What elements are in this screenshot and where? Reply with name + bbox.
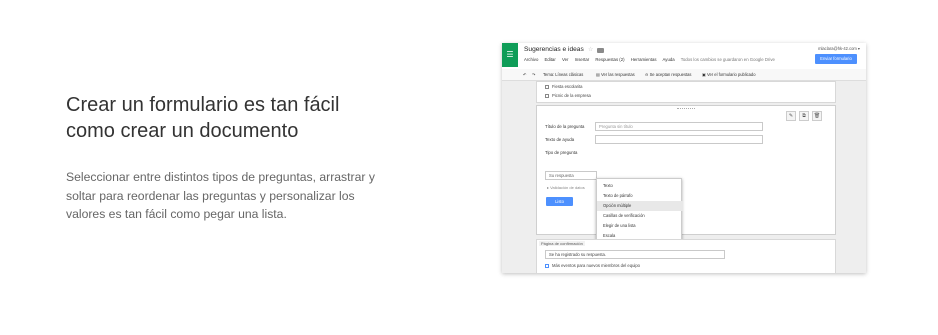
save-status: Todos los cambios se guardaron en Google… <box>680 57 775 62</box>
menu-respuestas[interactable]: Respuestas (2) <box>595 57 624 62</box>
confirmation-option-label: Más eventos para nuevos miembros del equ… <box>552 263 640 268</box>
option-label: Fiesta escolarita <box>552 84 583 89</box>
advanced-settings-link[interactable]: ▸ Validación de datos <box>547 185 585 190</box>
question-edit-card[interactable]: ✎ ⧉ 🗑 Título de la pregunta Pregunta sin… <box>536 105 836 235</box>
document-title[interactable]: Sugerencias e ideas <box>524 46 584 53</box>
confirmation-text-input[interactable]: Se ha registrado su respuesta. <box>545 250 725 259</box>
menu-ayuda[interactable]: Ayuda <box>663 57 675 62</box>
marketing-copy: Crear un formulario es tan fácil como cr… <box>66 92 396 236</box>
view-published-label: Ver el formulario publicado <box>707 72 756 77</box>
type-option-selected[interactable]: Opción múltiple <box>597 201 683 211</box>
previous-question-card[interactable]: Fiesta escolarita Picnic de la empresa <box>536 81 836 103</box>
view-responses-button[interactable]: ▤ Ver las respuestas <box>596 72 635 77</box>
delete-trash-icon[interactable]: 🗑 <box>812 111 822 121</box>
forms-screenshot: ☰ Sugerencias e ideas ☆ Archivo Editar V… <box>502 43 866 273</box>
menu-archivo[interactable]: Archivo <box>524 57 538 62</box>
toolbar: ↶ ↷ Tema: Líneas clásicas ▤ Ver las resp… <box>502 69 866 81</box>
drag-handle-icon[interactable] <box>677 108 695 111</box>
menu-editar[interactable]: Editar <box>545 57 556 62</box>
question-type-label: Tipo de pregunta <box>545 150 578 155</box>
confirmation-option[interactable]: Más eventos para nuevos miembros del equ… <box>545 263 640 268</box>
confirmation-card[interactable]: Página de confirmación Se ha registrado … <box>536 239 836 273</box>
headline-line-1: Crear un formulario es tan fácil <box>66 94 340 116</box>
send-form-button[interactable]: Enviar formulario <box>815 54 857 64</box>
menu-insertar[interactable]: Insertar <box>575 57 590 62</box>
type-option[interactable]: Elegir de una lista <box>603 223 636 228</box>
accepting-responses-button[interactable]: ⊖ Se aceptan respuestas <box>645 72 691 77</box>
type-option[interactable]: Texto <box>603 183 613 188</box>
menu-herramientas[interactable]: Herramientas <box>631 57 657 62</box>
checkbox-icon[interactable] <box>545 93 549 98</box>
option-label: Picnic de la empresa <box>552 93 591 98</box>
answer-preview-input: Su respuesta <box>545 171 597 180</box>
folder-icon[interactable] <box>597 48 604 53</box>
undo-icon[interactable]: ↶ <box>523 72 526 77</box>
view-responses-label: Ver las respuestas <box>601 72 635 77</box>
account-email[interactable]: mlaclara@hk-42.com ▾ <box>818 46 860 51</box>
description: Seleccionar entre distintos tipos de pre… <box>66 170 375 221</box>
type-option[interactable]: Texto de párrafo <box>603 193 633 198</box>
option-item[interactable]: Fiesta escolarita <box>545 84 583 89</box>
help-text-label: Texto de ayuda <box>545 137 575 142</box>
duplicate-icon[interactable]: ⧉ <box>799 111 809 121</box>
star-icon[interactable]: ☆ <box>588 46 593 53</box>
view-published-button[interactable]: ▣ Ver el formulario publicado <box>702 72 756 77</box>
option-item[interactable]: Picnic de la empresa <box>545 93 591 98</box>
confirmation-header: Página de confirmación <box>539 241 585 246</box>
checkbox-checked-icon[interactable] <box>545 263 549 268</box>
question-title-input[interactable]: Pregunta sin título <box>595 122 763 131</box>
checkbox-icon[interactable] <box>545 84 549 89</box>
edit-pencil-icon[interactable]: ✎ <box>786 111 796 121</box>
question-title-label: Título de la pregunta <box>545 124 585 129</box>
done-button[interactable]: Listo <box>546 197 573 206</box>
menu-bar: Archivo Editar Ver Insertar Respuestas (… <box>524 57 780 62</box>
theme-button[interactable]: Tema: Líneas clásicas <box>543 72 583 77</box>
type-option[interactable]: Casillas de verificación <box>603 213 645 218</box>
headline: Crear un formulario es tan fácil como cr… <box>66 92 396 144</box>
forms-logo-icon[interactable]: ☰ <box>502 43 518 67</box>
help-text-input[interactable] <box>595 135 763 144</box>
menu-ver[interactable]: Ver <box>562 57 568 62</box>
headline-line-2: como crear un documento <box>66 120 299 142</box>
app-header: ☰ Sugerencias e ideas ☆ Archivo Editar V… <box>502 43 866 69</box>
redo-icon[interactable]: ↷ <box>532 72 535 77</box>
type-option[interactable]: Escala <box>603 233 615 238</box>
accepting-label: Se aceptan respuestas <box>649 72 692 77</box>
